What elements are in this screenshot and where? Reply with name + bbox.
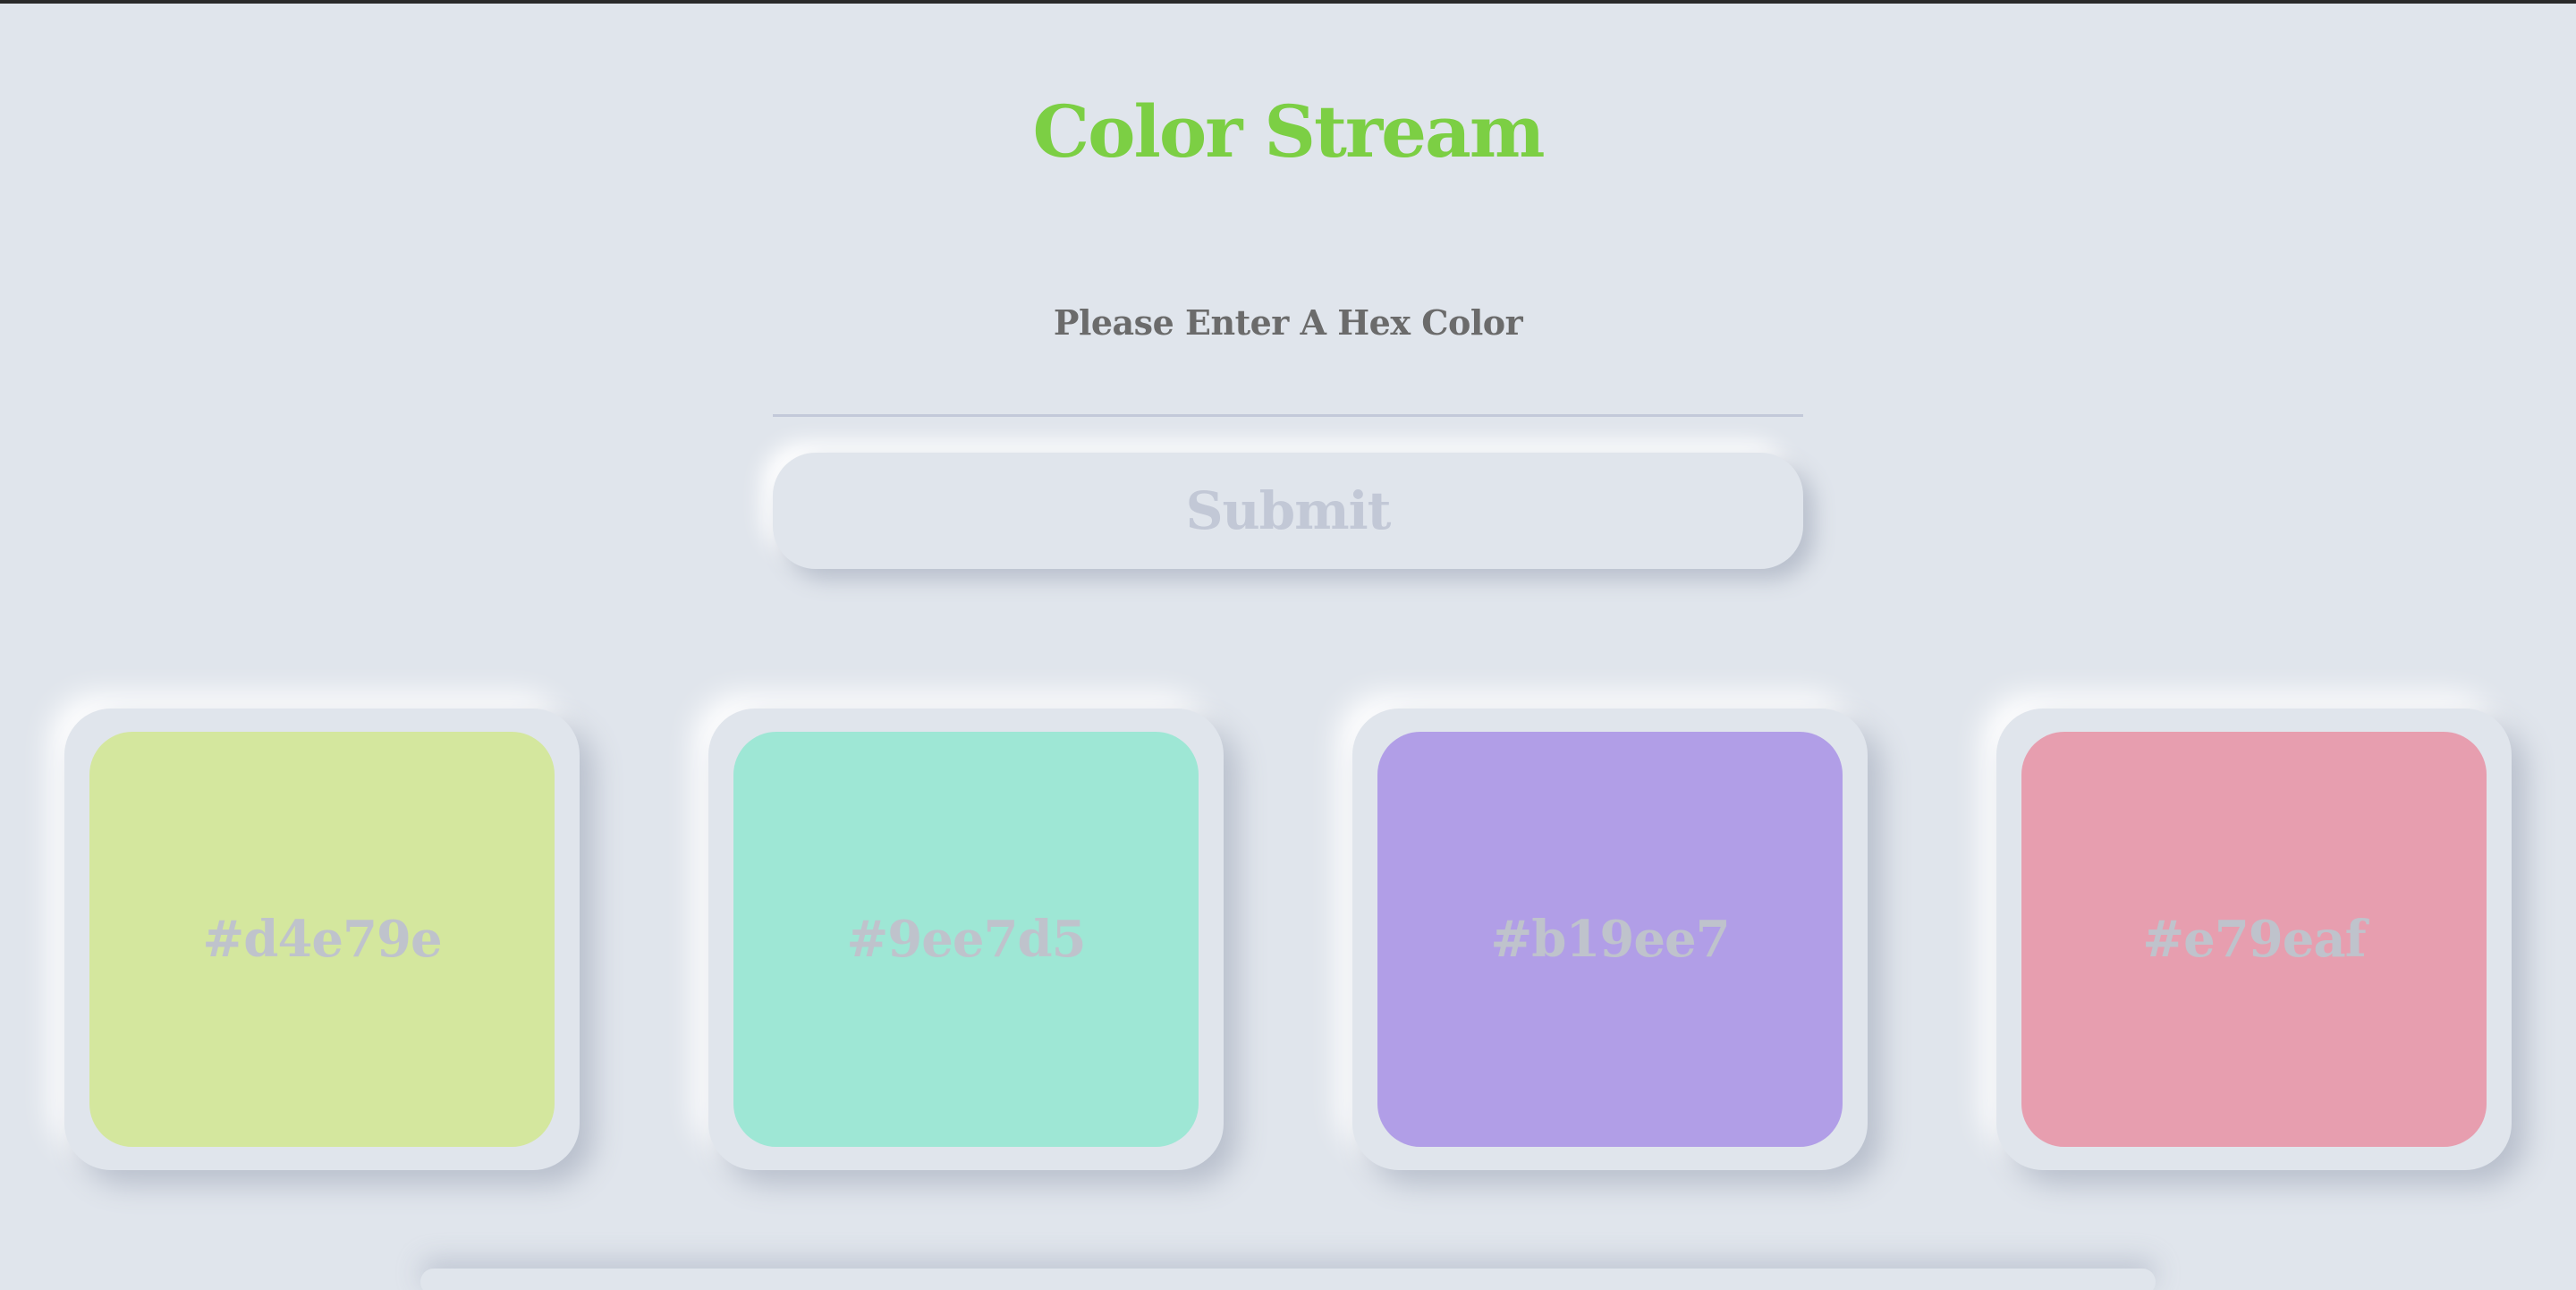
- color-swatch-3[interactable]: #b19ee7: [1377, 732, 1843, 1147]
- hex-color-input[interactable]: [773, 358, 1803, 417]
- hex-prompt-label: Please Enter A Hex Color: [1053, 302, 1523, 343]
- color-swatch-4[interactable]: #e79eaf: [2021, 732, 2487, 1147]
- swatch-hex-label: #9ee7d5: [846, 910, 1086, 969]
- swatch-card-1: #d4e79e: [64, 709, 580, 1170]
- page-title: Color Stream: [1032, 89, 1545, 174]
- swatch-card-3: #b19ee7: [1352, 709, 1868, 1170]
- swatch-hex-label: #b19ee7: [1490, 910, 1730, 969]
- submit-button[interactable]: Submit: [773, 453, 1803, 569]
- color-swatch-2[interactable]: #9ee7d5: [733, 732, 1199, 1147]
- swatch-hex-label: #e79eaf: [2142, 910, 2366, 969]
- swatch-hex-label: #d4e79e: [202, 910, 442, 969]
- swatch-card-4: #e79eaf: [1996, 709, 2512, 1170]
- window-top-edge: [0, 0, 2576, 4]
- bottom-panel-edge: [420, 1269, 2156, 1290]
- color-swatch-1[interactable]: #d4e79e: [89, 732, 555, 1147]
- page: Color Stream Please Enter A Hex Color Su…: [0, 0, 2576, 1290]
- swatch-card-2: #9ee7d5: [708, 709, 1224, 1170]
